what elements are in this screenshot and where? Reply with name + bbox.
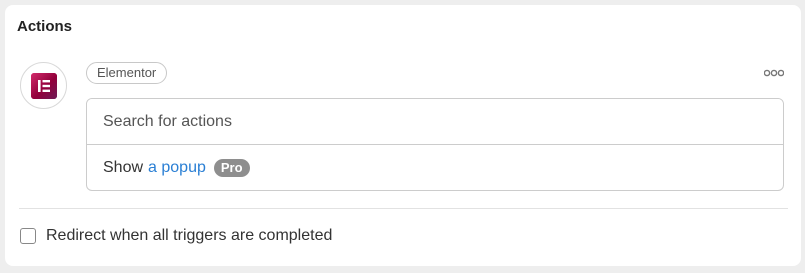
app-avatar <box>20 62 67 109</box>
divider <box>19 208 788 209</box>
actions-panel: Actions Elementor Show <box>5 5 801 266</box>
action-option-show-popup[interactable]: Show a popup Pro <box>87 145 783 190</box>
search-actions-input[interactable] <box>87 99 783 145</box>
action-dropdown: Show a popup Pro <box>86 98 784 191</box>
panel-title: Actions <box>17 18 73 35</box>
redirect-checkbox[interactable] <box>20 228 36 244</box>
elementor-logo-icon <box>30 72 57 99</box>
dots-icon <box>764 69 784 77</box>
app-chip[interactable]: Elementor <box>86 62 168 84</box>
option-prefix: Show <box>103 158 144 176</box>
pro-badge: Pro <box>213 158 250 177</box>
redirect-row: Redirect when all triggers are completed <box>20 227 332 245</box>
more-options-icon[interactable] <box>763 67 785 79</box>
option-link[interactable]: a popup <box>148 159 206 177</box>
redirect-label[interactable]: Redirect when all triggers are completed <box>46 227 332 245</box>
